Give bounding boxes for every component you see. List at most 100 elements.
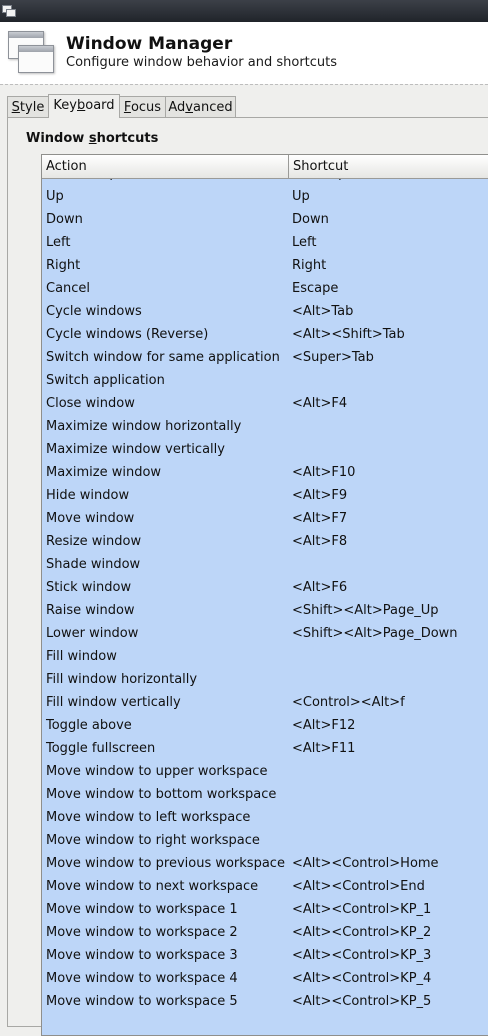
action-cell: Hide window [46, 488, 130, 503]
table-row[interactable]: Move window to workspace 4 <Alt><Control>… [42, 967, 488, 990]
shortcut-cell[interactable]: <Alt><Control>KP_1 [292, 898, 431, 921]
table-row[interactable]: Move window <Alt>F7 [42, 507, 488, 530]
window-titlebar[interactable] [0, 0, 488, 22]
shortcut-cell[interactable]: <Alt><Control>Home [292, 852, 439, 875]
tab-focus[interactable]: Focus [119, 96, 166, 117]
table-row[interactable]: Move window to next workspace <Alt><Contr… [42, 875, 488, 898]
table-row[interactable]: Close window <Alt>F4 [42, 392, 488, 415]
shortcut-cell[interactable]: Escape [292, 277, 338, 300]
table-row[interactable]: Maximize window <Alt>F10 [42, 461, 488, 484]
shortcut-cell[interactable]: <Alt>F4 [292, 392, 347, 415]
action-cell: Shade window [46, 557, 141, 572]
shortcut-cell[interactable]: <Alt><Control>KP_5 [292, 990, 431, 1013]
action-cell: Left [46, 235, 71, 250]
table-row[interactable]: Maximize window vertically [42, 438, 488, 461]
table-row[interactable]: Fill window horizontally [42, 668, 488, 691]
tab-label: Key [53, 98, 77, 113]
shortcut-cell[interactable]: <Control><Alt>f [292, 691, 405, 714]
action-cell: Fill window horizontally [46, 672, 198, 687]
shortcut-rows-inner: Window operations menu<Alt>spaceUpUpDown… [42, 179, 488, 1013]
shortcut-cell[interactable]: Left [292, 231, 316, 254]
action-cell: Move window to workspace 4 [46, 971, 238, 986]
action-cell: Cycle windows (Reverse) [46, 327, 209, 342]
tab-label: Ad [168, 100, 186, 115]
shortcut-cell[interactable]: Right [292, 254, 326, 277]
table-row[interactable]: Switch window for same application <Super… [42, 346, 488, 369]
table-row[interactable]: Move window to previous workspace <Alt><C… [42, 852, 488, 875]
shortcut-cell[interactable]: <Alt>F6 [292, 576, 347, 599]
shortcut-cell[interactable]: <Alt>F9 [292, 484, 347, 507]
table-row[interactable]: Lower window <Shift><Alt>Page_Down [42, 622, 488, 645]
table-row[interactable]: Raise window <Shift><Alt>Page_Up [42, 599, 488, 622]
table-row[interactable]: Move window to left workspace [42, 806, 488, 829]
table-row[interactable]: Cycle windows (Reverse) <Alt><Shift>Tab [42, 323, 488, 346]
action-cell: Lower window [46, 626, 139, 641]
section-title-mnemonic: s [88, 131, 97, 146]
table-row[interactable]: Up Up [42, 185, 488, 208]
tab-mnemonic: v [185, 100, 193, 115]
shortcut-cell[interactable]: <Alt>Tab [292, 300, 353, 323]
action-cell: Up [46, 189, 64, 204]
shortcut-cell[interactable]: <Alt>F8 [292, 530, 347, 553]
column-header-action[interactable]: Action [42, 155, 289, 179]
shortcut-cell[interactable]: <Super>Tab [292, 346, 374, 369]
shortcut-cell[interactable]: <Alt>F7 [292, 507, 347, 530]
table-row[interactable]: Move window to workspace 3 <Alt><Control>… [42, 944, 488, 967]
action-cell: Move window to workspace 2 [46, 925, 238, 940]
table-row[interactable]: Stick window <Alt>F6 [42, 576, 488, 599]
action-cell: Switch application [46, 373, 165, 388]
column-header-shortcut[interactable]: Shortcut [289, 155, 488, 179]
shortcut-cell[interactable]: Up [292, 185, 310, 208]
action-cell: Maximize window [46, 465, 162, 480]
shortcut-cell[interactable]: <Alt><Control>KP_4 [292, 967, 431, 990]
shortcut-cell[interactable]: <Shift><Alt>Page_Down [292, 622, 458, 645]
table-row[interactable]: Fill window vertically <Control><Alt>f [42, 691, 488, 714]
tab-label: oard [85, 98, 115, 113]
table-row[interactable]: Cycle windows <Alt>Tab [42, 300, 488, 323]
table-row[interactable]: Right Right [42, 254, 488, 277]
tab-style[interactable]: Style [7, 96, 49, 117]
action-cell: Maximize window vertically [46, 442, 225, 457]
window-menu-icon[interactable] [2, 5, 16, 17]
tab-mnemonic: S [11, 100, 20, 115]
shortcut-cell[interactable]: <Alt><Control>KP_3 [292, 944, 431, 967]
table-row[interactable]: Move window to workspace 2 <Alt><Control>… [42, 921, 488, 944]
shortcut-cell[interactable]: <Alt>F11 [292, 737, 355, 760]
shortcut-cell[interactable]: <Alt><Control>KP_2 [292, 921, 431, 944]
shortcut-cell[interactable]: Down [292, 208, 329, 231]
tab-label: ocus [130, 100, 162, 115]
tab-label: anced [193, 100, 233, 115]
table-row[interactable]: Switch application [42, 369, 488, 392]
shortcuts-tree[interactable]: Action Shortcut Window operations menu<A… [41, 154, 488, 1036]
table-row[interactable]: Cancel Escape [42, 277, 488, 300]
action-cell: Raise window [46, 603, 135, 618]
tab-keyboard[interactable]: Keyboard [48, 94, 120, 118]
table-row[interactable]: Fill window [42, 645, 488, 668]
action-cell: Move window [46, 511, 135, 526]
table-row[interactable]: Move window to upper workspace [42, 760, 488, 783]
action-cell: Cycle windows [46, 304, 142, 319]
table-row[interactable]: Shade window [42, 553, 488, 576]
action-cell: Switch window for same application [46, 350, 280, 365]
shortcut-cell[interactable]: <Alt>F12 [292, 714, 355, 737]
tab-advanced[interactable]: Advanced [165, 96, 236, 117]
table-row[interactable]: Resize window <Alt>F8 [42, 530, 488, 553]
table-row[interactable]: Move window to bottom workspace [42, 783, 488, 806]
shortcut-rows: Window operations menu<Alt>spaceUpUpDown… [42, 179, 488, 1035]
shortcut-cell[interactable]: <Shift><Alt>Page_Up [292, 599, 438, 622]
table-row[interactable]: Left Left [42, 231, 488, 254]
table-row[interactable]: Move window to right workspace [42, 829, 488, 852]
table-row[interactable]: Move window to workspace 5 <Alt><Control>… [42, 990, 488, 1013]
section-title-text: Window [26, 131, 89, 146]
table-row[interactable]: Maximize window horizontally [42, 415, 488, 438]
shortcut-cell[interactable]: <Alt>F10 [292, 461, 355, 484]
table-row[interactable]: Toggle above <Alt>F12 [42, 714, 488, 737]
window-manager-icon [8, 31, 54, 75]
table-row[interactable]: Hide window <Alt>F9 [42, 484, 488, 507]
section-title: Window shortcuts [26, 131, 158, 146]
table-row[interactable]: Down Down [42, 208, 488, 231]
shortcut-cell[interactable]: <Alt><Control>End [292, 875, 425, 898]
table-row[interactable]: Toggle fullscreen <Alt>F11 [42, 737, 488, 760]
table-row[interactable]: Move window to workspace 1 <Alt><Control>… [42, 898, 488, 921]
shortcut-cell[interactable]: <Alt><Shift>Tab [292, 323, 405, 346]
